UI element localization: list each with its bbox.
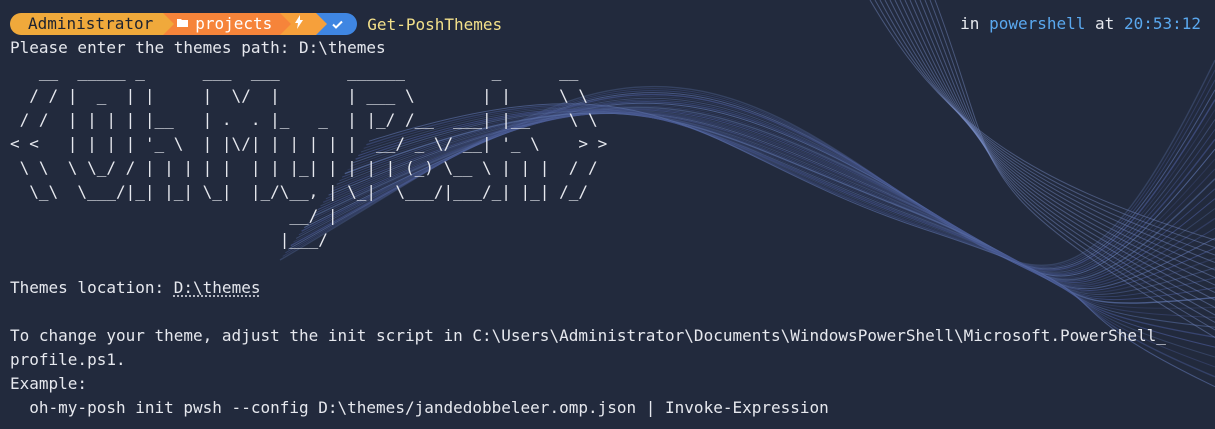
prompt-segment-path: projects bbox=[163, 13, 292, 35]
change-theme-line-continued: profile.ps1. bbox=[10, 350, 126, 369]
user-label: Administrator bbox=[28, 14, 154, 33]
right-prompt-status: in powershell at 20:53:12 bbox=[960, 12, 1201, 36]
change-theme-line: To change your theme, adjust the init sc… bbox=[10, 326, 1166, 345]
themes-path-prompt: Please enter the themes path: D:\themes bbox=[10, 38, 386, 57]
shell-name: powershell bbox=[989, 14, 1086, 33]
themes-location-link[interactable]: D:\themes bbox=[174, 278, 261, 297]
folder-icon bbox=[177, 13, 189, 35]
lightning-icon bbox=[294, 13, 304, 35]
path-label: projects bbox=[195, 14, 273, 33]
example-command: oh-my-posh init pwsh --config D:\themes/… bbox=[10, 398, 829, 417]
ascii-line: __/ | bbox=[10, 206, 338, 225]
ascii-line: / / | | | | |__ | . . |_ _ | |_/ /__ ___… bbox=[10, 110, 598, 129]
ascii-line: \_\ \___/|_| |_| \_| |_/\__, | \_| \___/… bbox=[10, 182, 588, 201]
command-text: Get-PoshThemes bbox=[367, 14, 503, 34]
ascii-line: < < | | | | '_ \ | |\/| | | | | | __/ _ … bbox=[10, 134, 608, 153]
prompt-segment-user: Administrator bbox=[10, 13, 175, 35]
themes-location-label: Themes location: bbox=[10, 278, 174, 297]
right-at-label: at bbox=[1095, 14, 1115, 33]
prompt-line: Administrator projects Get-PoshThemes in… bbox=[10, 12, 1211, 38]
ascii-line: |___/ bbox=[10, 230, 328, 249]
right-in-label: in bbox=[960, 14, 980, 33]
themes-location-line: Themes location: D:\themes bbox=[10, 276, 1211, 300]
ascii-line: / / | _ | | | \/ | | ___ \ | | \ \ bbox=[10, 86, 588, 105]
ascii-line: \ \ \ \_/ / | | | | | | | |_| | | | | (_… bbox=[10, 158, 598, 177]
ascii-art-banner: __ _____ _ ___ ___ ______ _ __ / / | _ |… bbox=[10, 60, 1211, 252]
check-icon bbox=[332, 13, 344, 35]
clock-time: 20:53:12 bbox=[1123, 14, 1201, 33]
terminal-output: Administrator projects Get-PoshThemes in… bbox=[10, 12, 1211, 420]
example-label: Example: bbox=[10, 374, 88, 393]
ascii-line: __ _____ _ ___ ___ ______ _ __ bbox=[10, 62, 579, 81]
